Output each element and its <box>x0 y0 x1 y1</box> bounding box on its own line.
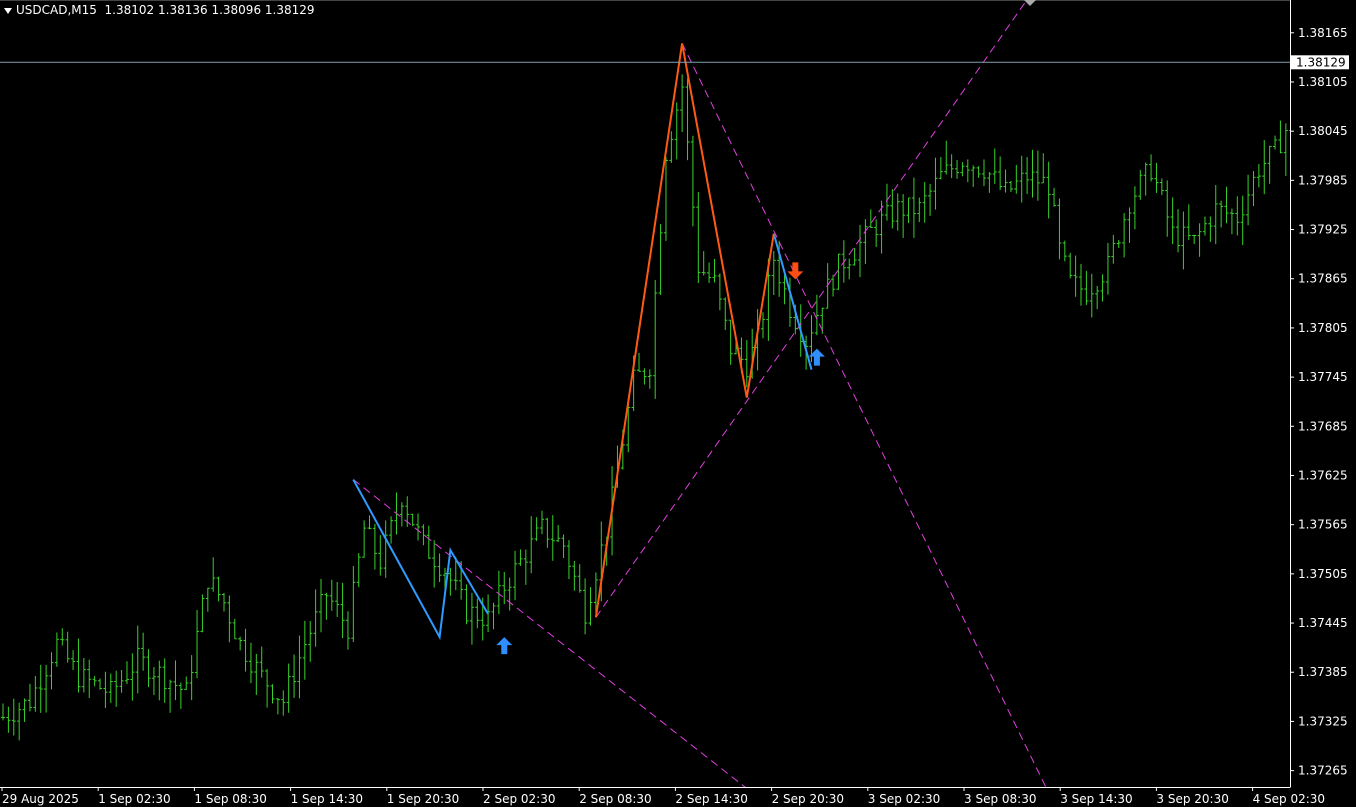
x-tick-label: 2 Sep 14:30 <box>675 792 747 806</box>
signal-arrow-down-icon <box>787 262 804 280</box>
price-chart[interactable]: 1.38165 1.38105 1.38045 1.37985 1.37925 1.378… <box>0 0 1356 807</box>
y-tick-label: 1.38045 <box>1298 124 1348 138</box>
y-tick-label: 1.37985 <box>1298 173 1348 187</box>
trendline-1[interactable] <box>681 43 1059 807</box>
y-tick-label: 1.37625 <box>1298 468 1348 482</box>
x-tick-label: 29 Aug 2025 <box>2 792 79 806</box>
y-tick-label: 1.37265 <box>1298 764 1348 778</box>
y-tick-label: 1.37385 <box>1298 665 1348 679</box>
zigzag-blue-1 <box>352 479 489 641</box>
x-tick-label: 2 Sep 02:30 <box>483 792 555 806</box>
y-tick-label: 1.37865 <box>1298 272 1348 286</box>
y-tick-label: 1.37325 <box>1298 714 1348 728</box>
x-tick-label: 1 Sep 14:30 <box>291 792 363 806</box>
signal-arrow-up-icon <box>496 637 513 655</box>
x-tick-label: 3 Sep 02:30 <box>868 792 940 806</box>
zigzag-blue-2 <box>772 233 813 370</box>
x-tick-label: 2 Sep 20:30 <box>772 792 844 806</box>
x-tick-label: 3 Sep 14:30 <box>1060 792 1132 806</box>
x-tick-label: 4 Sep 02:30 <box>1253 792 1325 806</box>
y-tick-label: 1.37685 <box>1298 419 1348 433</box>
y-tick-label: 1.37445 <box>1298 616 1348 630</box>
x-tick-label: 3 Sep 08:30 <box>964 792 1036 806</box>
x-tick-label: 3 Sep 20:30 <box>1156 792 1228 806</box>
y-tick-label: 1.38165 <box>1298 26 1348 40</box>
x-tick-label: 2 Sep 08:30 <box>579 792 651 806</box>
zigzag-orange <box>594 43 775 618</box>
y-tick-label: 1.37925 <box>1298 223 1348 237</box>
x-tick-label: 1 Sep 02:30 <box>98 792 170 806</box>
trendline-2[interactable] <box>595 0 1033 618</box>
current-price-label: 1.38129 <box>1296 55 1346 69</box>
y-tick-label: 1.37805 <box>1298 321 1348 335</box>
y-tick-label: 1.37565 <box>1298 518 1348 532</box>
x-tick-label: 1 Sep 08:30 <box>194 792 266 806</box>
y-tick-label: 1.37505 <box>1298 567 1348 581</box>
chart-shift-marker-icon[interactable] <box>1024 0 1036 6</box>
y-tick-label: 1.38105 <box>1298 75 1348 89</box>
y-tick-label: 1.37745 <box>1298 370 1348 384</box>
x-tick-label: 1 Sep 20:30 <box>387 792 459 806</box>
